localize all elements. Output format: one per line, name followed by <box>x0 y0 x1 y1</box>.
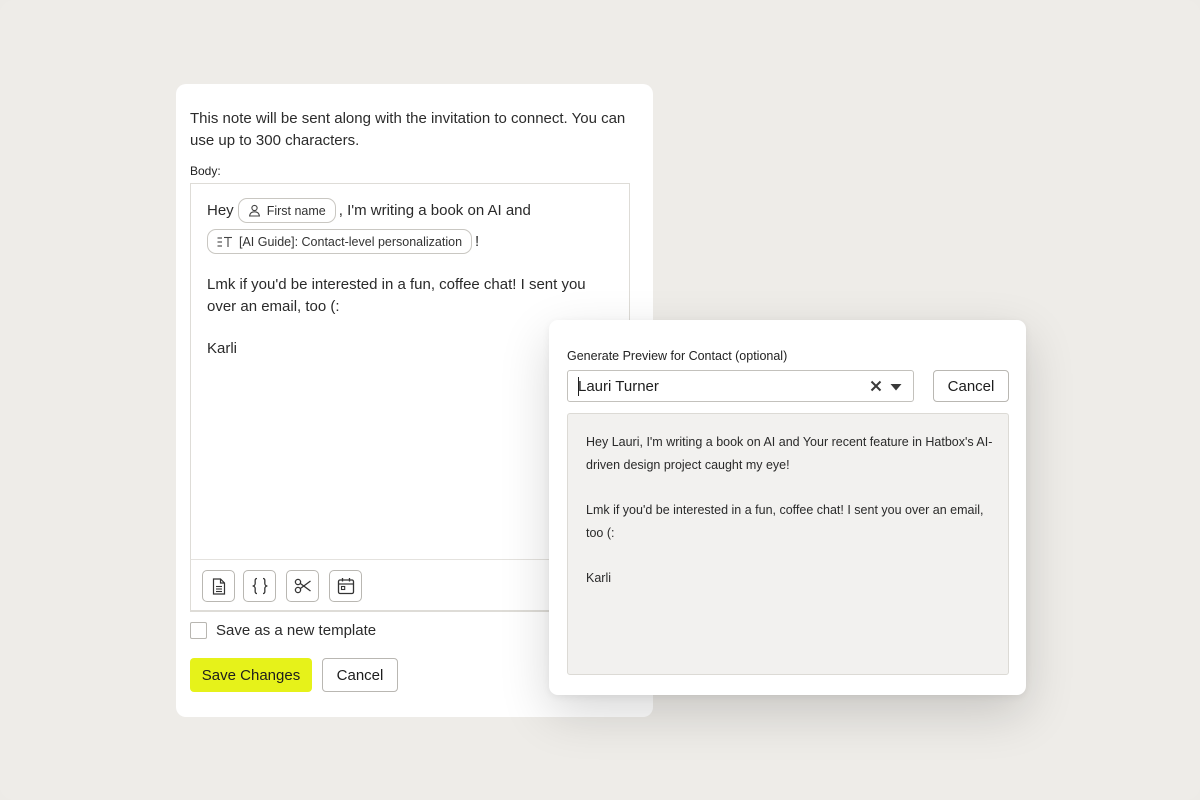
person-icon <box>248 204 260 217</box>
insert-template-button[interactable] <box>202 570 235 602</box>
contact-select[interactable]: Lauri Turner <box>567 370 914 402</box>
editor-intro-text: This note will be sent along with the in… <box>190 110 626 149</box>
ai-text-icon <box>217 236 232 247</box>
preview-message: Hey Lauri, I'm writing a book on AI and … <box>586 431 996 590</box>
insert-variable-button[interactable] <box>243 570 276 602</box>
save-template-row: Save as a new template <box>190 622 376 639</box>
save-template-checkbox[interactable] <box>190 622 207 639</box>
save-changes-button[interactable]: Save Changes <box>190 658 312 692</box>
preview-cancel-button[interactable]: Cancel <box>933 370 1009 402</box>
body-label: Body: <box>190 164 221 178</box>
insert-snippet-button[interactable] <box>286 570 319 602</box>
preview-message-signature: Karli <box>586 571 612 585</box>
clear-icon[interactable] <box>869 379 883 393</box>
document-icon <box>212 577 225 595</box>
chevron-down-icon[interactable] <box>890 383 902 391</box>
body-paragraph: Lmk if you'd be interested in a fun, cof… <box>207 276 586 315</box>
greeting-text: Hey <box>207 201 234 219</box>
calendar-icon <box>337 578 354 595</box>
preview-panel: Generate Preview for Contact (optional) … <box>549 320 1026 695</box>
contact-select-value[interactable]: Lauri Turner <box>578 378 659 395</box>
ai-guide-token-label: [AI Guide]: Contact-level personalizatio… <box>239 234 463 249</box>
save-template-label[interactable]: Save as a new template <box>216 622 376 639</box>
scissors-icon <box>294 578 311 594</box>
preview-message-box: Hey Lauri, I'm writing a book on AI and … <box>567 413 1009 675</box>
body-line-1: Hey First name , I'm writing a book on A… <box>207 198 617 223</box>
preview-contact-label: Generate Preview for Contact (optional) <box>567 349 788 363</box>
body-line-2-rest: ! <box>475 232 480 250</box>
preview-message-line-2: Lmk if you'd be interested in a fun, cof… <box>586 503 984 540</box>
ai-guide-token[interactable]: [AI Guide]: Contact-level personalizatio… <box>207 229 473 254</box>
body-line-1-rest: , I'm writing a book on AI and <box>338 201 531 219</box>
braces-icon <box>252 577 267 595</box>
body-line-2: [AI Guide]: Contact-level personalizatio… <box>207 229 617 254</box>
first-name-token[interactable]: First name <box>237 198 336 223</box>
preview-message-line-1: Hey Lauri, I'm writing a book on AI and … <box>586 435 993 472</box>
editor-cancel-button[interactable]: Cancel <box>322 658 398 692</box>
insert-meeting-link-button[interactable] <box>329 570 362 602</box>
first-name-token-label: First name <box>266 203 326 218</box>
